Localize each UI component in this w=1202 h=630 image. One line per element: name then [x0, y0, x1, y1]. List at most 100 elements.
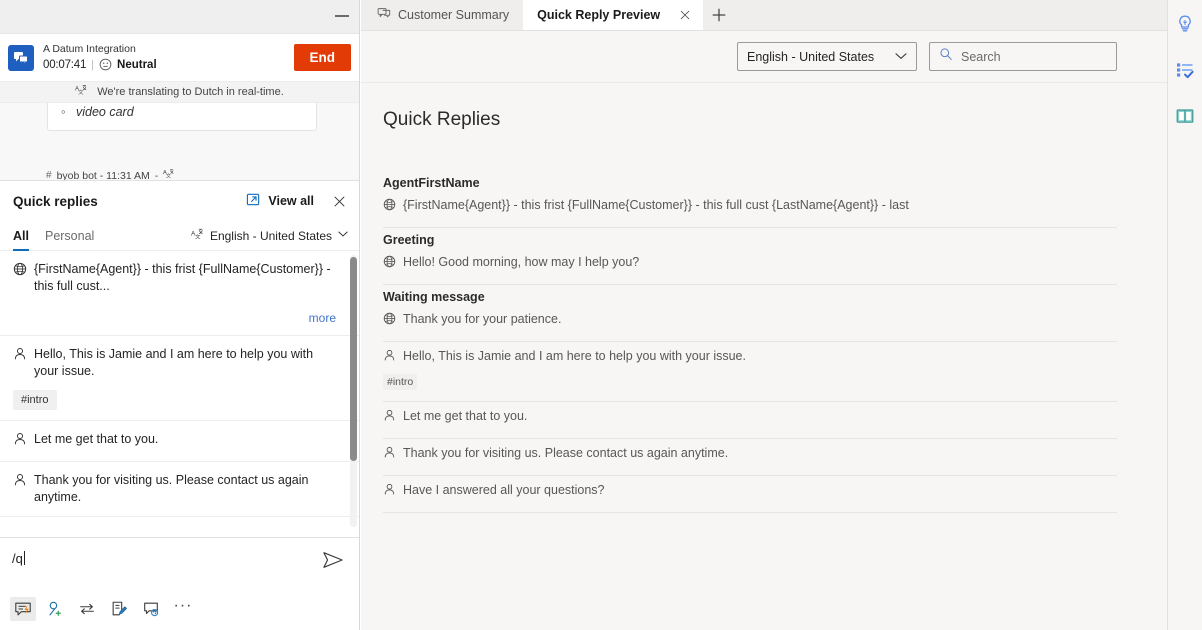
text-caret [24, 551, 25, 565]
person-icon [383, 409, 396, 427]
list-item[interactable]: Let me get that to you. [0, 421, 360, 462]
end-conversation-button[interactable]: End [294, 44, 352, 71]
lightbulb-icon[interactable] [1171, 10, 1199, 38]
reply-label: Waiting message [383, 290, 1117, 304]
composer-toolbar: ··· [0, 592, 360, 630]
message-input[interactable]: /q [12, 550, 320, 568]
quick-replies-flyout: Quick replies View all [0, 180, 360, 538]
person-icon [383, 446, 396, 464]
quick-reply-text: Thank you for visiting us. Please contac… [34, 472, 336, 506]
quick-replies-list[interactable]: {FirstName{Agent}} - this frist {FullNam… [0, 251, 360, 537]
list-item[interactable]: Hello, This is Jamie and I am here to he… [0, 336, 360, 421]
message-composer: /q [0, 538, 360, 630]
knowledge-book-icon[interactable] [1171, 102, 1199, 130]
person-icon [13, 432, 27, 451]
quick-replies-preview-list: AgentFirstName {FirstName{Agent}} - this… [383, 171, 1117, 513]
tab-quick-reply-preview[interactable]: Quick Reply Preview [523, 0, 703, 30]
view-all-button[interactable]: View all [246, 192, 314, 210]
quick-reply-row: {FirstName{Agent}} - this frist {FullNam… [13, 261, 336, 295]
language-label: English - United States [210, 229, 332, 243]
tab-customer-summary[interactable]: Customer Summary [363, 0, 523, 30]
person-icon [13, 347, 27, 366]
list-item[interactable]: Hello, This is Jamie and I am here to he… [383, 342, 1117, 402]
view-all-label: View all [268, 194, 314, 208]
language-select[interactable]: English - United States [737, 42, 917, 71]
add-agent-icon[interactable] [42, 597, 68, 621]
scrollbar-thumb[interactable] [350, 257, 357, 461]
reply-text: Thank you for visiting us. Please contac… [403, 444, 728, 462]
list-item[interactable]: Have I answered all your questions? [383, 476, 1117, 513]
chat-panel: A Datum Integration 00:07:41 | Neutral [0, 0, 360, 630]
main-toolbar: English - United States [361, 31, 1167, 83]
quick-replies-title: Quick replies [13, 194, 246, 209]
tab-label: Quick Reply Preview [537, 8, 660, 22]
quick-reply-row: Let me get that to you. [13, 431, 336, 451]
reply-line: Thank you for your patience. [383, 310, 1117, 330]
more-link[interactable]: more [13, 311, 336, 325]
language-select-value: English - United States [747, 50, 874, 64]
sentiment-neutral-icon [99, 58, 112, 71]
more-options-icon[interactable]: ··· [170, 597, 196, 621]
conversation-timer: 00:07:41 [43, 57, 86, 73]
list-item[interactable]: AgentFirstName {FirstName{Agent}} - this… [383, 171, 1117, 228]
close-icon[interactable] [330, 192, 348, 210]
sentiment-label: Neutral [117, 57, 157, 73]
quick-reply-row: Hello, This is Jamie and I am here to he… [13, 346, 336, 380]
chevron-down-icon [895, 51, 907, 63]
app-window: A Datum Integration 00:07:41 | Neutral [0, 0, 1202, 630]
tab-bar: Customer Summary Quick Reply Preview [361, 0, 1167, 31]
quick-reply-text: Hello, This is Jamie and I am here to he… [34, 346, 336, 380]
person-icon [383, 483, 396, 501]
reply-label: Greeting [383, 233, 1117, 247]
conversation-header: A Datum Integration 00:07:41 | Neutral [0, 34, 359, 82]
list-item[interactable]: {FirstName{Agent}} - this frist {FullNam… [0, 251, 360, 336]
language-selector[interactable]: A 文 English - United States [191, 228, 348, 244]
reply-label: AgentFirstName [383, 176, 1117, 190]
globe-icon [13, 262, 27, 281]
person-icon [383, 349, 396, 367]
list-item[interactable]: Thank you for visiting us. Please contac… [383, 439, 1117, 476]
notes-icon[interactable] [106, 597, 132, 621]
main-panel: Customer Summary Quick Reply Preview Eng… [361, 0, 1167, 630]
composer-input-row: /q [0, 538, 360, 592]
conversation-separator: | [91, 57, 94, 73]
reply-text: Hello, This is Jamie and I am here to he… [403, 347, 746, 365]
globe-icon [383, 198, 396, 216]
search-input[interactable] [961, 50, 1107, 64]
quick-reply-text: Let me get that to you. [34, 431, 158, 448]
add-tab-button[interactable] [703, 0, 735, 30]
list-item[interactable]: Thank you for visiting us. Please contac… [0, 462, 360, 517]
bot-card-list: thumbnail card video card [58, 103, 306, 122]
reply-text: Have I answered all your questions? [403, 481, 605, 499]
reply-line: Hello! Good morning, how may I help you? [383, 253, 1117, 273]
list-item[interactable]: Greeting Hello! Good morning, how may I … [383, 228, 1117, 285]
agenda-checklist-icon[interactable] [1171, 56, 1199, 84]
tab-personal[interactable]: Personal [45, 221, 94, 251]
reply-text: {FirstName{Agent}} - this frist {FullNam… [403, 196, 909, 214]
chevron-down-icon [338, 230, 348, 241]
consult-icon[interactable] [138, 597, 164, 621]
window-titlebar [0, 0, 359, 34]
globe-icon [383, 312, 396, 330]
tab-all[interactable]: All [13, 221, 29, 251]
transfer-icon[interactable] [74, 597, 100, 621]
quick-reply-icon[interactable] [10, 597, 36, 621]
translate-icon: A 文 [191, 228, 204, 244]
conversation-name: A Datum Integration [43, 43, 294, 56]
globe-icon [383, 255, 396, 273]
page-title: Quick Replies [383, 109, 1117, 131]
reply-line: {FirstName{Agent}} - this frist {FullNam… [383, 196, 1117, 216]
close-icon[interactable] [677, 7, 693, 23]
reply-text: Hello! Good morning, how may I help you? [403, 253, 639, 271]
search-box[interactable] [929, 42, 1117, 71]
reply-line: Have I answered all your questions? [383, 481, 1117, 501]
send-button[interactable] [320, 550, 346, 575]
minimize-button[interactable] [335, 15, 349, 17]
quick-reply-row: Thank you for visiting us. Please contac… [13, 472, 336, 506]
main-content: Quick Replies AgentFirstName [361, 83, 1167, 513]
search-icon [939, 47, 953, 66]
chat-icon [377, 6, 391, 23]
list-item[interactable]: Waiting message Thank you for your patie… [383, 285, 1117, 342]
list-item[interactable]: Let me get that to you. [383, 402, 1117, 439]
svg-text:文: 文 [195, 232, 201, 240]
